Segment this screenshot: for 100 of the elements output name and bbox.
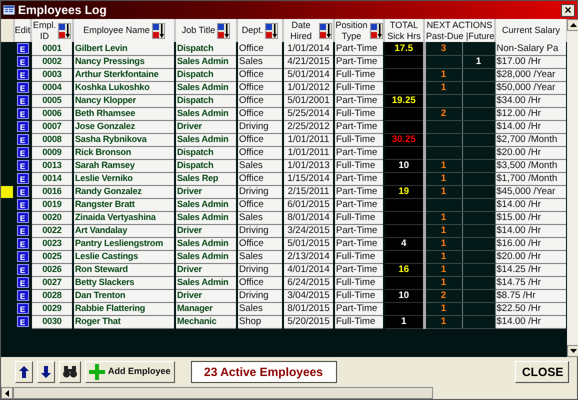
- column-header: Current Salary: [502, 25, 560, 35]
- table-cell: Manager: [175, 302, 237, 315]
- table-cell: $14.00 /Hr: [495, 224, 567, 237]
- past-due-count: 2: [440, 108, 446, 119]
- table-cell: Part-Time: [334, 185, 384, 198]
- table-cell: Dispatch: [175, 42, 237, 55]
- up-arrow-icon: [570, 23, 576, 27]
- edit-button[interactable]: E: [16, 42, 28, 54]
- edit-button[interactable]: E: [16, 251, 28, 262]
- table-cell: 5/20/2015: [283, 315, 334, 328]
- table-cell: 3/24/2015: [283, 224, 334, 237]
- table-cell: Sales: [237, 211, 283, 224]
- move-up-button[interactable]: [15, 361, 33, 383]
- scroll-up-button[interactable]: [567, 19, 578, 31]
- table-cell: 0028: [31, 289, 73, 302]
- past-due-count: 3: [440, 42, 446, 54]
- edit-button[interactable]: E: [16, 212, 28, 223]
- table-cell: $14.00 /Hr: [495, 120, 567, 133]
- table-cell: Office: [237, 107, 283, 120]
- table-cell: Full-Time: [334, 81, 384, 94]
- table-cell: Nancy Pressings: [73, 55, 175, 68]
- table-cell: Rabbie Flattering: [73, 302, 175, 315]
- edit-button[interactable]: E: [16, 225, 28, 236]
- table-cell: Full-Time: [334, 133, 384, 146]
- table-cell: 8/01/2015: [283, 302, 334, 315]
- table-cell: 1/01/2012: [283, 81, 334, 94]
- table-cell: Leslie Castings: [73, 250, 175, 263]
- sort-icon[interactable]: [152, 22, 165, 38]
- edit-button[interactable]: E: [16, 277, 28, 288]
- table-cell: 1/01/2011: [283, 146, 334, 159]
- table-cell: Leslie Verniko: [73, 172, 175, 185]
- table-cell: $17.00 /Hr: [495, 55, 567, 68]
- edit-button[interactable]: E: [16, 238, 28, 249]
- table-cell: 0026: [31, 263, 73, 276]
- move-down-button[interactable]: [37, 361, 55, 383]
- edit-button[interactable]: E: [16, 173, 28, 184]
- table-cell: Part-Time: [334, 55, 384, 68]
- edit-button[interactable]: E: [16, 186, 28, 197]
- edit-button[interactable]: E: [16, 56, 28, 67]
- table-cell: Driving: [237, 263, 283, 276]
- edit-button[interactable]: E: [16, 82, 28, 93]
- table-cell: Part-Time: [334, 172, 384, 185]
- table-cell: Driving: [237, 224, 283, 237]
- sort-icon[interactable]: [58, 22, 72, 38]
- close-button[interactable]: ×: [561, 4, 575, 16]
- down-arrow-icon: [41, 366, 51, 378]
- add-employee-button[interactable]: Add Employee: [85, 361, 175, 383]
- close-button[interactable]: CLOSE: [515, 361, 569, 383]
- sort-icon[interactable]: [370, 22, 383, 38]
- edit-button[interactable]: E: [16, 108, 28, 119]
- table-cell: Non-Salary Pa: [495, 42, 567, 55]
- edit-button[interactable]: E: [16, 199, 28, 210]
- past-due-count: 1: [440, 186, 446, 197]
- table-cell: Full-Time: [334, 315, 384, 328]
- sort-icon[interactable]: [217, 22, 230, 38]
- table-cell: 5/01/2015: [283, 237, 334, 250]
- sick-hours: 10: [398, 160, 410, 171]
- table-cell: 0020: [31, 211, 73, 224]
- table-cell: 2/13/2014: [283, 250, 334, 263]
- table-cell: Office: [237, 146, 283, 159]
- table-cell: Nancy Klopper: [73, 94, 175, 107]
- table-cell: Part-Time: [334, 237, 384, 250]
- past-due-count: 1: [440, 303, 446, 314]
- scroll-left-button[interactable]: [1, 387, 13, 399]
- table-cell: $20.00 /Hr: [495, 146, 567, 159]
- scroll-down-button[interactable]: [567, 345, 578, 357]
- past-due-count: 2: [440, 290, 446, 301]
- table-cell: Sales Admin: [175, 81, 237, 94]
- table-cell: Art Vandalay: [73, 224, 175, 237]
- edit-button[interactable]: E: [16, 95, 28, 106]
- sick-hours: 10: [398, 290, 410, 301]
- table-cell: Sales Admin: [175, 250, 237, 263]
- column-header: Future: [468, 30, 494, 42]
- row-selector[interactable]: [1, 185, 14, 198]
- table-cell: Randy Gonzalez: [73, 185, 175, 198]
- table-cell: Dispatch: [175, 94, 237, 107]
- table-cell: 4/21/2015: [283, 55, 334, 68]
- edit-button[interactable]: E: [16, 147, 28, 158]
- edit-button[interactable]: E: [16, 316, 28, 327]
- edit-button[interactable]: E: [16, 134, 28, 145]
- past-due-count: 1: [440, 316, 446, 327]
- table-cell: Full-Time: [334, 276, 384, 289]
- sort-icon[interactable]: [319, 22, 332, 38]
- table-cell: 0029: [31, 302, 73, 315]
- scrollbar-thumb[interactable]: [13, 387, 433, 399]
- table-cell: Office: [237, 42, 283, 55]
- table-cell: 0014: [31, 172, 73, 185]
- edit-button[interactable]: E: [16, 303, 28, 314]
- up-arrow-icon: [19, 366, 29, 378]
- edit-button[interactable]: E: [16, 160, 28, 171]
- find-button[interactable]: [59, 361, 81, 383]
- sort-icon[interactable]: [265, 22, 278, 38]
- table-cell: $15.00 /Hr: [495, 211, 567, 224]
- table-cell: $2,700 /Month: [495, 133, 567, 146]
- edit-button[interactable]: E: [16, 121, 28, 132]
- edit-button[interactable]: E: [16, 290, 28, 301]
- table-cell: $1,700 /Month: [495, 172, 567, 185]
- table-cell: $8.75 /Hr: [495, 289, 567, 302]
- edit-button[interactable]: E: [16, 264, 28, 275]
- edit-button[interactable]: E: [16, 69, 28, 80]
